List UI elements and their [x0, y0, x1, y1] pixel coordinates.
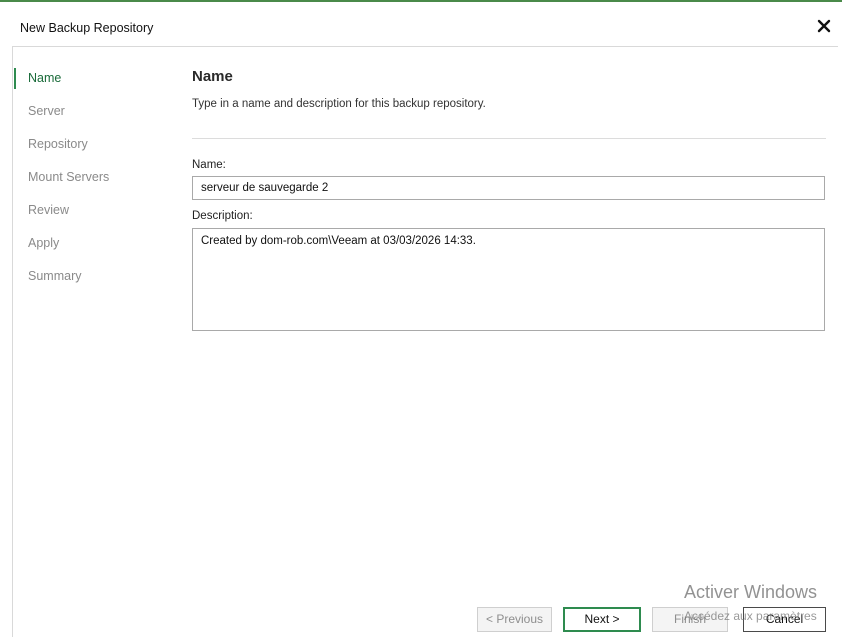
window-title: New Backup Repository: [20, 21, 154, 35]
step-name[interactable]: Name: [14, 62, 174, 95]
step-label: Apply: [28, 236, 60, 250]
next-button[interactable]: Next >: [563, 607, 641, 632]
section-title: Name: [192, 68, 233, 85]
previous-button[interactable]: < Previous: [477, 607, 552, 632]
name-input[interactable]: [192, 176, 825, 200]
step-summary[interactable]: Summary: [14, 260, 174, 293]
activate-windows-watermark-title: Activer Windows: [684, 582, 818, 602]
section-description: Type in a name and description for this …: [192, 98, 486, 110]
new-backup-repository-window: New Backup Repository Name Server Reposi…: [0, 0, 842, 642]
step-repository[interactable]: Repository: [14, 128, 174, 161]
window-left-border: [12, 47, 13, 637]
name-label: Name:: [192, 159, 226, 171]
close-icon[interactable]: [816, 18, 832, 34]
step-label: Mount Servers: [28, 170, 110, 184]
section-divider: [192, 138, 826, 139]
step-mount-servers[interactable]: Mount Servers: [14, 161, 174, 194]
step-label: Repository: [28, 137, 88, 151]
wizard-steps-sidebar: Name Server Repository Mount Servers Rev…: [14, 62, 174, 293]
description-label: Description:: [192, 210, 253, 222]
window-top-strip: [0, 0, 842, 9]
step-server[interactable]: Server: [14, 95, 174, 128]
step-label: Name: [28, 71, 62, 85]
cancel-button[interactable]: Cancel: [743, 607, 826, 632]
step-label: Review: [28, 203, 69, 217]
description-textarea[interactable]: Created by dom-rob.com\Veeam at 03/03/20…: [192, 228, 825, 331]
finish-button[interactable]: Finish: [652, 607, 728, 632]
step-label: Summary: [28, 269, 82, 283]
step-apply[interactable]: Apply: [14, 227, 174, 260]
step-label: Server: [28, 104, 65, 118]
step-review[interactable]: Review: [14, 194, 174, 227]
title-bar: New Backup Repository: [12, 9, 838, 47]
